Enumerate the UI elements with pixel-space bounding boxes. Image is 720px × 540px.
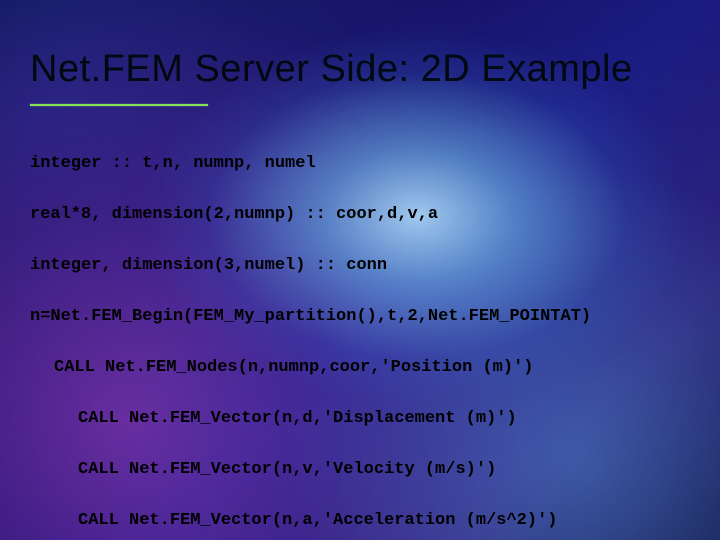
code-line: CALL Net.FEM_Vector(n,v,'Velocity (m/s)'… bbox=[30, 461, 591, 478]
code-line: n=Net.FEM_Begin(FEM_My_partition(),t,2,N… bbox=[30, 308, 591, 325]
code-line: integer :: t,n, numnp, numel bbox=[30, 155, 591, 172]
code-line: integer, dimension(3,numel) :: conn bbox=[30, 257, 591, 274]
title-underline bbox=[30, 104, 208, 106]
code-line: CALL Net.FEM_Vector(n,d,'Displacement (m… bbox=[30, 410, 591, 427]
slide-title: Net.FEM Server Side: 2D Example bbox=[30, 48, 633, 91]
code-line: CALL Net.FEM_Nodes(n,numnp,coor,'Positio… bbox=[30, 359, 591, 376]
code-line: CALL Net.FEM_Vector(n,a,'Acceleration (m… bbox=[30, 512, 591, 529]
code-block: integer :: t,n, numnp, numel real*8, dim… bbox=[30, 138, 591, 540]
code-line: real*8, dimension(2,numnp) :: coor,d,v,a bbox=[30, 206, 591, 223]
